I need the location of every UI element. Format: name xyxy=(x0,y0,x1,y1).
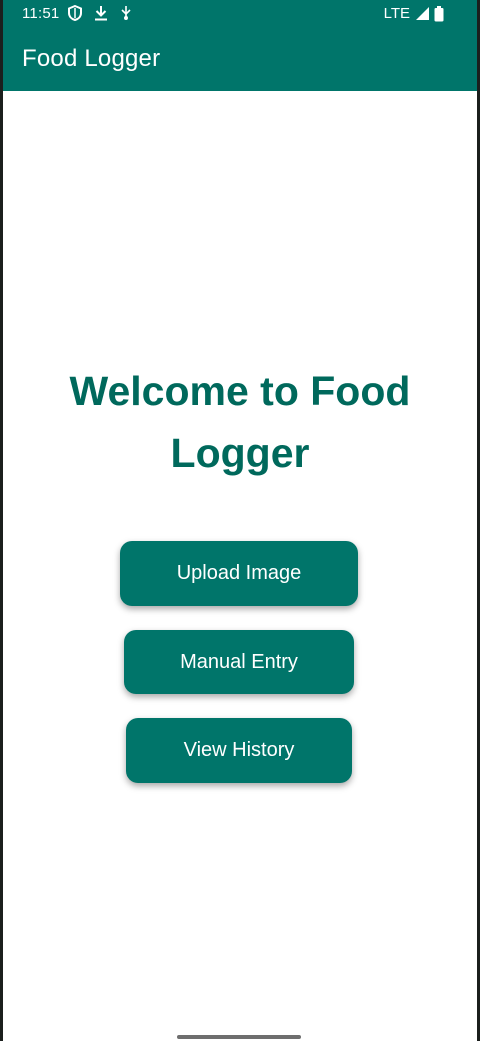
status-left-icons xyxy=(68,5,132,21)
manual-entry-button[interactable]: Manual Entry xyxy=(124,630,354,694)
usb-icon xyxy=(120,5,132,21)
home-indicator[interactable] xyxy=(177,1035,301,1039)
view-history-button[interactable]: View History xyxy=(126,718,352,783)
download-icon xyxy=(94,5,108,21)
status-bar: 11:51 LTE xyxy=(3,0,477,28)
status-right: LTE xyxy=(384,5,444,22)
upload-image-button[interactable]: Upload Image xyxy=(120,541,358,606)
battery-icon xyxy=(434,5,444,22)
app-bar: Food Logger xyxy=(3,28,477,91)
network-type-label: LTE xyxy=(383,5,410,22)
shield-icon xyxy=(68,5,82,21)
signal-icon xyxy=(414,6,430,21)
status-time: 11:51 xyxy=(22,5,60,22)
welcome-heading: Welcome to Food Logger xyxy=(69,368,411,476)
app-title: Food Logger xyxy=(22,45,161,72)
screen: 11:51 LTE Food Logger Welcome to Food Lo… xyxy=(3,0,477,1041)
